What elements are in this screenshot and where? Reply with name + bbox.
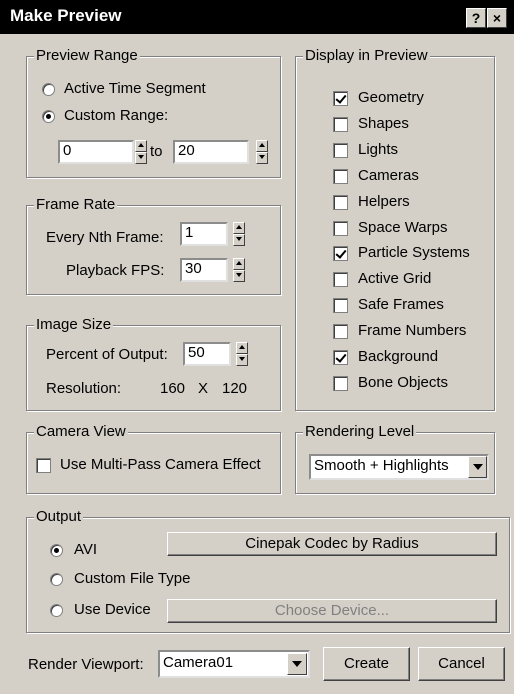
render-viewport-label: Render Viewport: [28,656,144,673]
output-label: Output [34,508,84,525]
range-end-field[interactable]: 20 [173,140,249,164]
to-label: to [150,143,163,160]
render-viewport-dropdown-icon[interactable] [287,653,307,675]
playback-fps-spinner[interactable] [233,258,245,282]
display-checkbox-label: Frame Numbers [358,322,467,339]
cancel-button[interactable]: Cancel [418,647,505,681]
preview-range-label: Preview Range [34,47,140,64]
active-time-segment-radio[interactable] [42,83,55,96]
percent-of-output-field[interactable]: 50 [183,342,231,366]
display-checkbox[interactable] [333,350,348,365]
display-checkbox-label: Lights [358,141,399,158]
display-checkbox[interactable] [333,376,348,391]
display-checkbox-label: Helpers [358,193,410,210]
display-checkbox[interactable] [333,246,348,261]
display-checkbox[interactable] [333,117,348,132]
every-nth-frame-field[interactable]: 1 [180,222,228,246]
playback-fps-field[interactable]: 30 [180,258,228,282]
codec-button[interactable]: Cinepak Codec by Radius [167,532,497,556]
display-checkbox-label: Space Warps [358,219,448,236]
window-title: Make Preview [10,6,122,25]
resolution-x: X [198,380,209,397]
playback-fps-label: Playback FPS: [66,262,165,279]
use-device-radio[interactable] [50,604,63,617]
multipass-checkbox[interactable] [36,458,51,473]
display-checkbox[interactable] [333,91,348,106]
camera-view-label: Camera View [34,423,128,440]
display-checkbox[interactable] [333,298,348,313]
display-checkbox-label: Bone Objects [358,374,449,391]
multipass-label: Use Multi-Pass Camera Effect [60,456,261,473]
range-start-field[interactable]: 0 [58,140,134,164]
every-nth-frame-label: Every Nth Frame: [46,229,164,246]
help-button[interactable]: ? [466,8,486,28]
create-button[interactable]: Create [323,647,410,681]
custom-file-type-label: Custom File Type [74,570,191,587]
display-checkbox-label: Active Grid [358,270,432,287]
rendering-level-label: Rendering Level [303,423,417,440]
display-checkbox-label: Safe Frames [358,296,444,313]
resolution-height: 120 [222,380,248,397]
custom-range-radio[interactable] [42,110,55,123]
resolution-width: 160 [160,380,186,397]
display-checkbox[interactable] [333,195,348,210]
image-size-group [26,325,281,411]
display-checkbox[interactable] [333,221,348,236]
display-checkbox-label: Background [358,348,439,365]
display-checkbox-label: Cameras [358,167,419,184]
display-checkbox[interactable] [333,143,348,158]
rendering-level-dropdown-icon[interactable] [468,456,487,478]
percent-of-output-spinner[interactable] [236,342,248,366]
every-nth-frame-spinner[interactable] [233,222,245,246]
display-checkbox[interactable] [333,324,348,339]
close-button[interactable]: × [487,8,507,28]
rendering-level-select[interactable]: Smooth + Highlights [309,454,489,480]
range-start-spinner[interactable] [135,140,147,164]
display-checkbox-label: Particle Systems [358,244,470,261]
percent-of-output-label: Percent of Output: [46,346,168,363]
custom-file-type-radio[interactable] [50,573,63,586]
display-in-preview-label: Display in Preview [303,47,430,64]
display-checkbox[interactable] [333,272,348,287]
display-checkbox-label: Geometry [358,89,424,106]
use-device-label: Use Device [74,601,151,618]
active-time-segment-label: Active Time Segment [64,80,206,97]
choose-device-button[interactable]: Choose Device... [167,599,497,623]
range-end-spinner[interactable] [256,140,268,164]
display-checkbox-label: Shapes [358,115,409,132]
avi-label: AVI [74,541,98,558]
custom-range-label: Custom Range: [64,107,169,124]
display-checkbox[interactable] [333,169,348,184]
avi-radio[interactable] [50,544,63,557]
resolution-label: Resolution: [46,380,122,397]
frame-rate-label: Frame Rate [34,196,118,213]
image-size-label: Image Size [34,316,114,333]
